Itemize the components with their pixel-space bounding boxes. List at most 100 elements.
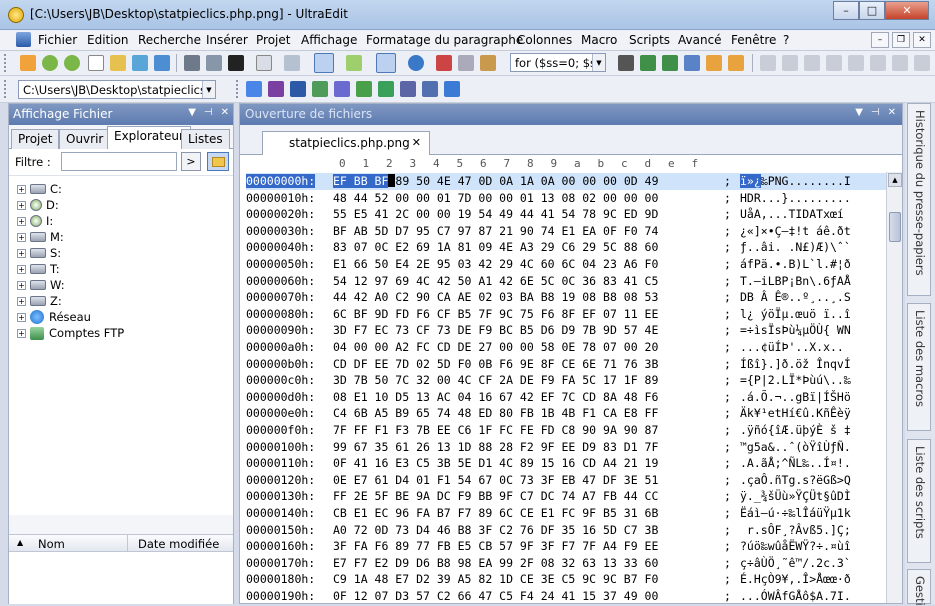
hex-row[interactable]: 000000b0h: CD DF EE 7D 02 5D F0 0B F6 9E …	[246, 356, 886, 373]
hex-row[interactable]: 00000010h: 48 44 52 00 00 01 7D 00 00 01 …	[246, 190, 886, 207]
pin-icon[interactable]: ⊣	[871, 107, 880, 118]
align-left-icon[interactable]	[760, 55, 776, 71]
doc-close-button[interactable]: ✕	[913, 32, 931, 48]
wikipedia-icon[interactable]	[290, 81, 306, 97]
word-wrap-icon[interactable]	[284, 55, 300, 71]
column-name[interactable]: Nom	[38, 537, 65, 551]
tree-item-drive[interactable]: + I:	[17, 213, 53, 229]
tab-listes[interactable]: Listes	[181, 129, 230, 149]
browser-icon[interactable]	[408, 55, 424, 71]
print-icon[interactable]	[184, 55, 200, 71]
find-icon[interactable]	[618, 55, 634, 71]
hex-view[interactable]: 00000000h: EF BB BF 89 50 4E 47 0D 0A 1A 0…	[240, 172, 886, 603]
menu-fichier[interactable]: Fichier	[38, 33, 77, 47]
save-icon[interactable]	[132, 55, 148, 71]
expand-icon[interactable]: +	[17, 184, 26, 194]
back-icon[interactable]	[42, 55, 58, 71]
hex-row[interactable]: 00000030h: BF AB 5D D7 95 C7 97 87 21 90 …	[246, 223, 886, 240]
pin-icon[interactable]: ⊣	[204, 107, 213, 118]
tree-item-drive[interactable]: + W:	[17, 277, 65, 293]
menu-recherche[interactable]: Recherche	[138, 33, 201, 47]
expand-icon[interactable]: +	[17, 296, 26, 306]
expand-icon[interactable]: +	[17, 312, 26, 322]
hex-row[interactable]: 000000a0h: 04 00 00 A2 FC CD DE 27 00 00 …	[246, 339, 886, 356]
filter-go-button[interactable]: >	[181, 152, 201, 171]
hex-row[interactable]: 00000040h: 83 07 0C E2 69 1A 81 09 4E A3 …	[246, 239, 886, 256]
close-button[interactable]: ✕	[885, 1, 929, 20]
path-combo[interactable]: C:\Users\JB\Desktop\statpieclics. ▼	[18, 80, 216, 99]
search-web-icon[interactable]	[312, 81, 328, 97]
menu-avance[interactable]: Avancé	[678, 33, 722, 47]
close-icon[interactable]: ✕	[888, 107, 896, 118]
expand-icon[interactable]: +	[17, 200, 26, 210]
hex-row[interactable]: 00000020h: 55 E5 41 2C 00 00 19 54 49 44 …	[246, 206, 886, 223]
hex-row[interactable]: 00000000h: EF BB BF 89 50 4E 47 0D 0A 1A 0…	[246, 173, 886, 190]
hex-row[interactable]: 000000e0h: C4 6B A5 B9 65 74 48 ED 80 FB …	[246, 405, 886, 422]
toolbar-grip[interactable]	[4, 80, 7, 98]
close-icon[interactable]: ✕	[221, 107, 229, 118]
replace-icon[interactable]	[684, 55, 700, 71]
js-icon[interactable]	[356, 81, 372, 97]
bookmark-icon[interactable]	[706, 55, 722, 71]
tab-projet[interactable]: Projet	[11, 129, 60, 149]
hex-row[interactable]: 00000150h: A0 72 0D 73 D4 46 B8 3F C2 76 …	[246, 522, 886, 539]
html-icon[interactable]	[422, 81, 438, 97]
align-center-icon[interactable]	[782, 55, 798, 71]
hex-mode-icon[interactable]	[314, 53, 334, 73]
file-tab[interactable]: statpieclics.php.png ✕	[262, 131, 430, 155]
tree-item-drive[interactable]: + Z:	[17, 293, 62, 309]
align-right-icon[interactable]	[804, 55, 820, 71]
menu-inserer[interactable]: Insérer	[206, 33, 248, 47]
maximize-button[interactable]: □	[859, 1, 885, 20]
toolbar-grip[interactable]	[4, 54, 7, 72]
doc-minimize-button[interactable]: –	[871, 32, 889, 48]
menu-formatage[interactable]: Formatage du paragraphe	[366, 33, 523, 47]
tab-script-list[interactable]: Liste des scripts	[907, 439, 931, 563]
find-prev-icon[interactable]	[662, 55, 678, 71]
hex-row[interactable]: 00000060h: 54 12 97 69 4C 42 50 A1 42 6E …	[246, 273, 886, 290]
tree-item-drive[interactable]: + C:	[17, 181, 62, 197]
css-icon[interactable]	[334, 81, 350, 97]
expand-icon[interactable]: +	[17, 248, 26, 258]
chevron-down-icon[interactable]: ▼	[592, 54, 605, 71]
cut-icon[interactable]	[436, 55, 452, 71]
text-mode-icon[interactable]	[256, 55, 272, 71]
open-icon[interactable]	[110, 55, 126, 71]
hex-row[interactable]: 00000050h: E1 66 50 E4 2E 95 03 42 29 4C …	[246, 256, 886, 273]
sort-up-icon[interactable]: ▲	[17, 538, 23, 547]
line-numbers-icon[interactable]	[376, 53, 396, 73]
hex-row[interactable]: 00000140h: CB E1 EC 96 FA B7 F7 89 6C CE …	[246, 505, 886, 522]
tree-item-drive[interactable]: + T:	[17, 261, 60, 277]
tab-explorateur[interactable]: Explorateur	[107, 126, 191, 150]
menu-scripts[interactable]: Scripts	[629, 33, 670, 47]
outdent-icon[interactable]	[870, 55, 886, 71]
hex-row[interactable]: 00000170h: E7 F7 E2 D9 D6 B8 98 EA 99 2F …	[246, 555, 886, 572]
column-date[interactable]: Date modifiée	[138, 537, 219, 551]
indent-icon[interactable]	[848, 55, 864, 71]
yahoo-icon[interactable]	[268, 81, 284, 97]
new-file-icon[interactable]	[88, 55, 104, 71]
hex-row[interactable]: 000000d0h: 08 E1 10 D5 13 AC 04 16 67 42 …	[246, 389, 886, 406]
panel-splitter[interactable]	[9, 520, 233, 534]
vertical-scrollbar[interactable]: ▲	[886, 172, 902, 603]
scroll-up-icon[interactable]: ▲	[888, 173, 902, 187]
tab-clipboard-history[interactable]: Historique du presse-papiers	[907, 103, 931, 296]
hex-row[interactable]: 00000160h: 3F FA F6 89 77 FB E5 CB 57 9F …	[246, 538, 886, 555]
hex-row[interactable]: 000000c0h: 3D 7B 50 7C 32 00 4C CF 2A DE …	[246, 372, 886, 389]
print-preview-icon[interactable]	[206, 55, 222, 71]
tab-ouvrir[interactable]: Ouvrir	[59, 129, 111, 149]
menu-affichage[interactable]: Affichage	[301, 33, 357, 47]
paste-icon[interactable]	[480, 55, 496, 71]
google-icon[interactable]	[246, 81, 262, 97]
dropdown-icon[interactable]: ▼	[855, 107, 863, 118]
menu-colonnes[interactable]: Colonnes	[517, 33, 572, 47]
close-tab-icon[interactable]: ✕	[412, 136, 421, 149]
menu-fenetre[interactable]: Fenêtre	[731, 33, 776, 47]
expand-icon[interactable]: +	[17, 216, 26, 226]
dropdown-icon[interactable]: ▼	[188, 107, 196, 118]
menu-macro[interactable]: Macro	[581, 33, 617, 47]
forward-icon[interactable]	[64, 55, 80, 71]
expand-icon[interactable]: +	[17, 232, 26, 242]
tree-item-drive[interactable]: + S:	[17, 245, 61, 261]
tree-item-drive[interactable]: + D:	[17, 197, 59, 213]
